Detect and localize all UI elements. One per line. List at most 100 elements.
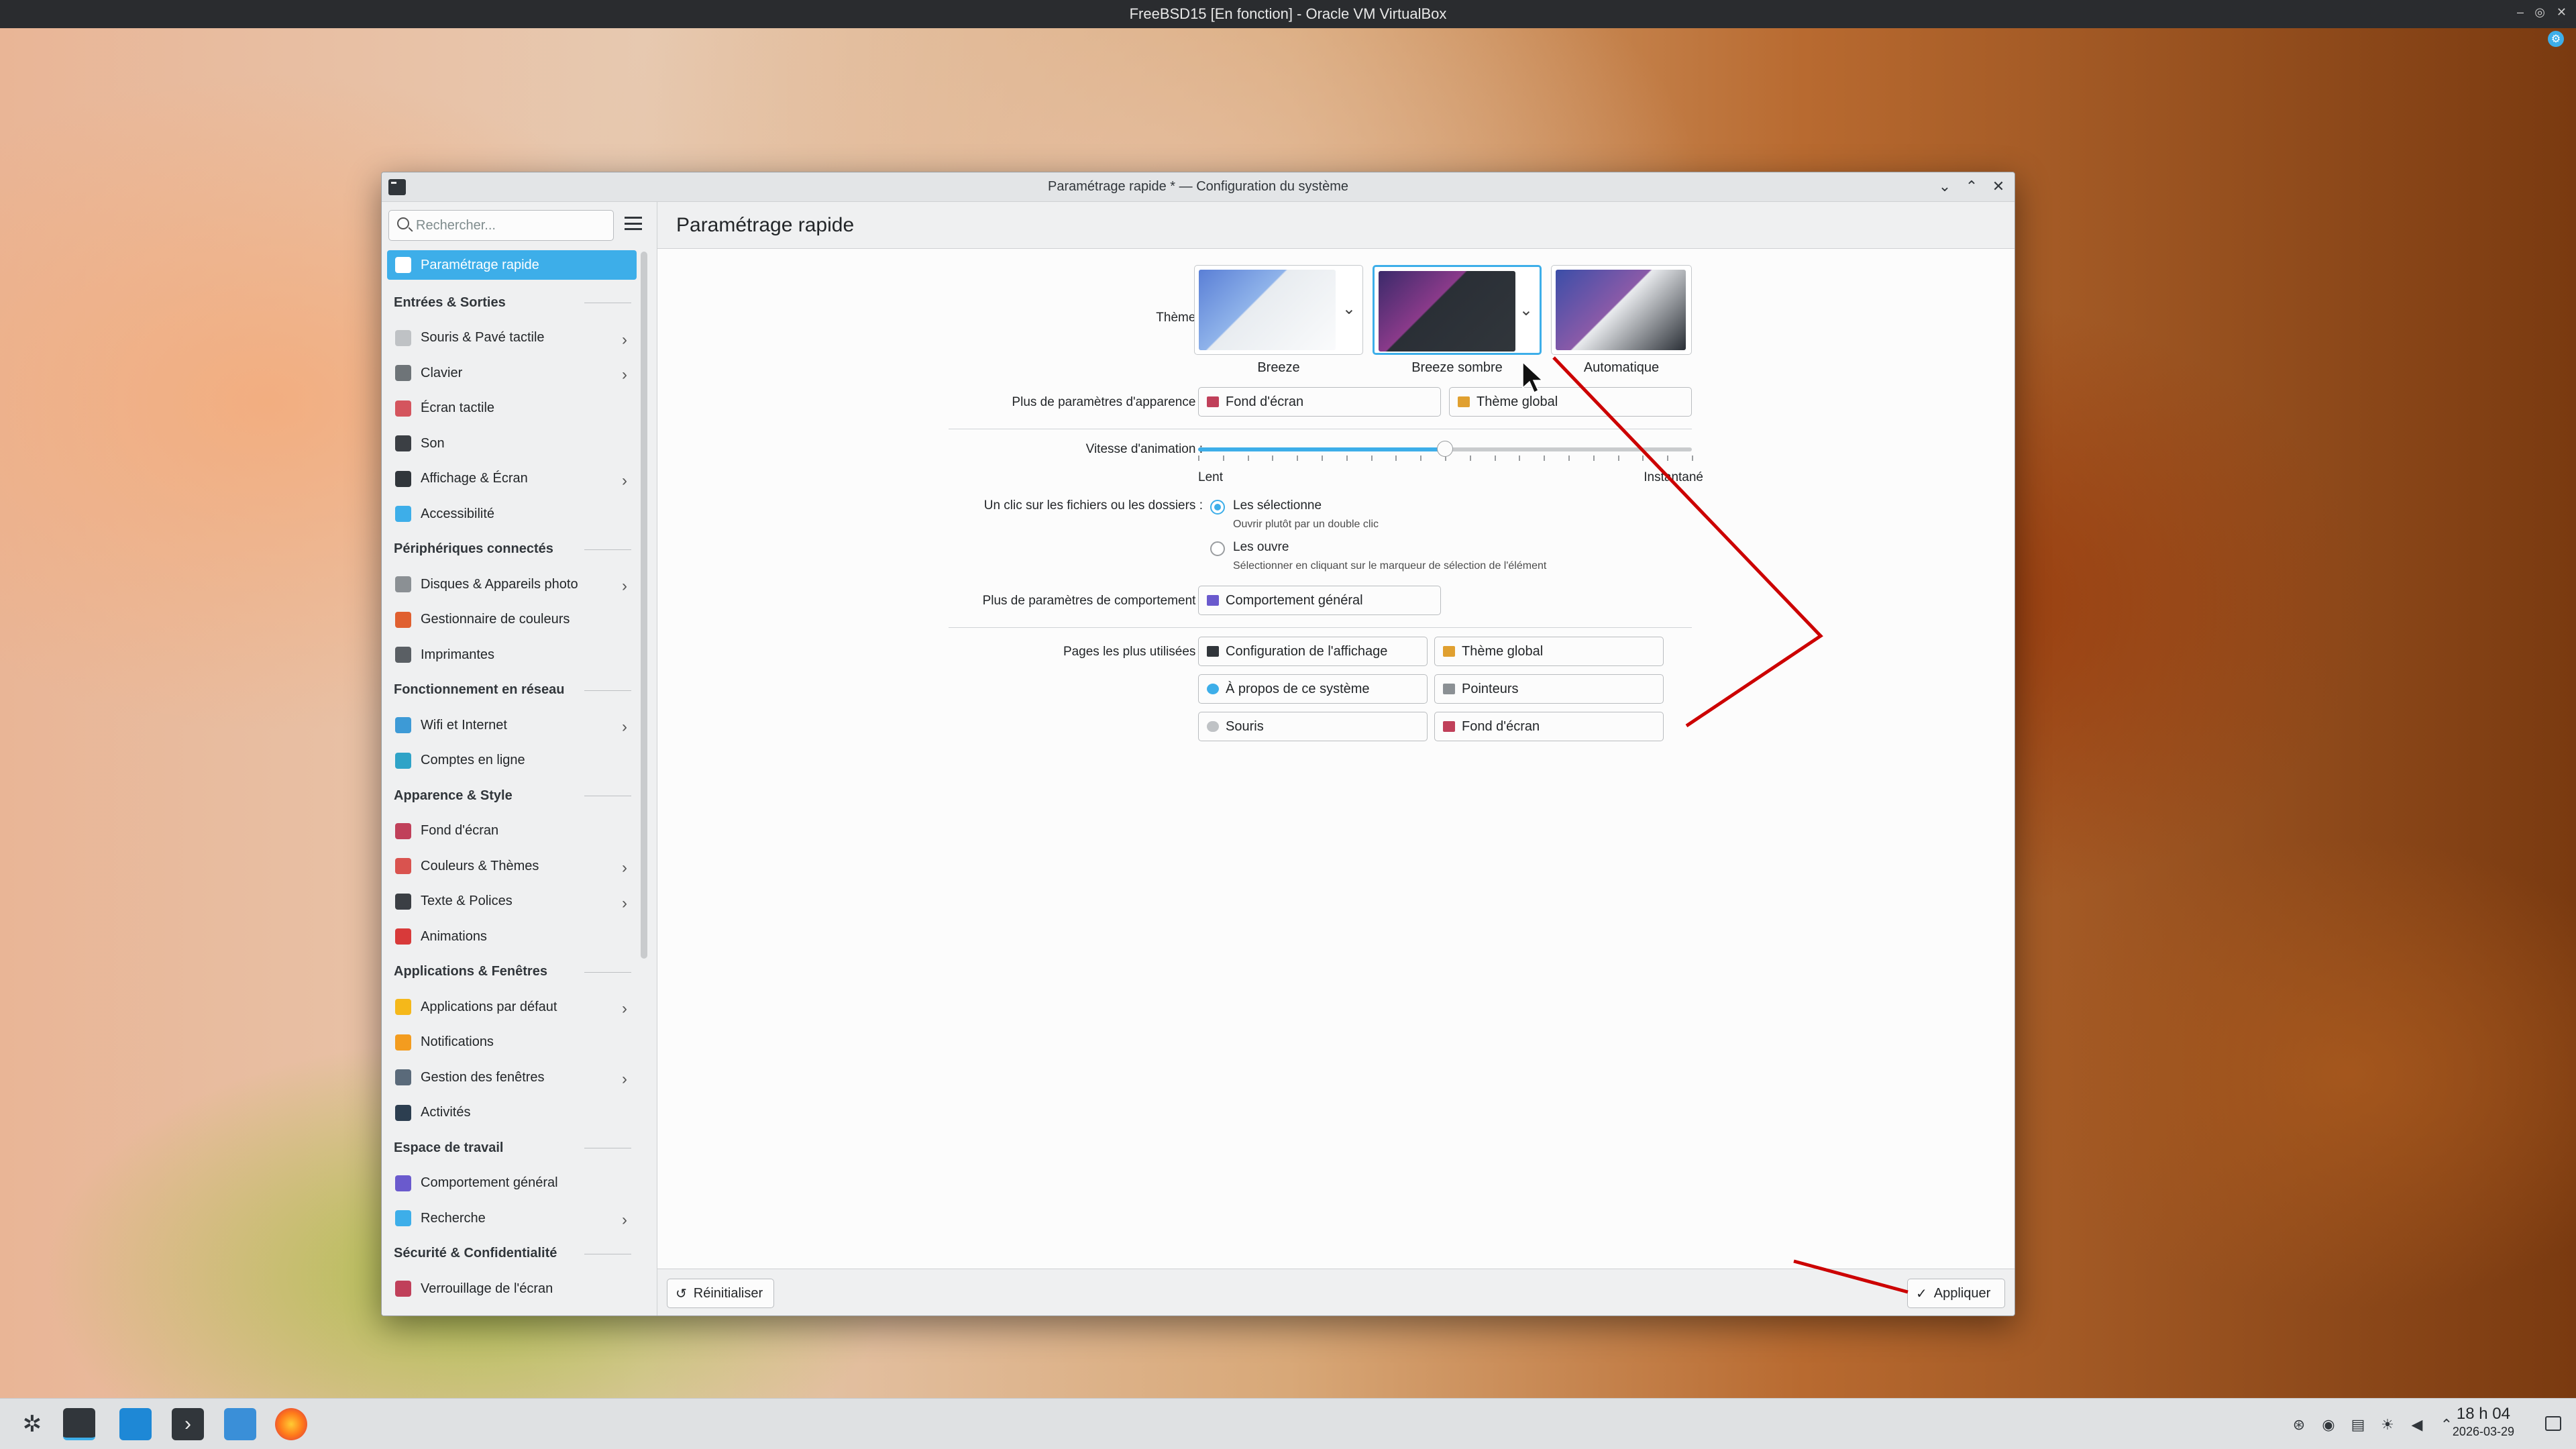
apply-button-label: Appliquer [1933, 1285, 1991, 1301]
radio-open-label[interactable]: Les ouvre [1233, 540, 1289, 555]
most-used-wallpaper[interactable]: Fond d'écran [1434, 712, 1664, 741]
global-theme-button[interactable]: Thème global [1449, 387, 1692, 417]
sidebar-category: Fonctionnement en réseau [387, 673, 637, 708]
brightness-icon[interactable]: ☀ [2379, 1416, 2396, 1434]
window-minimize-button[interactable]: ⌄ [1935, 176, 1954, 197]
slider-tick [1272, 455, 1274, 461]
sidebar-item[interactable]: Écran tactile [387, 391, 637, 427]
sidebar-item[interactable]: Gestion des fenêtres › [387, 1060, 637, 1095]
vpn-icon[interactable]: ◉ [2320, 1416, 2337, 1434]
checkmark-icon: ✓ [1916, 1286, 1927, 1301]
most-used-mouse[interactable]: Souris [1198, 712, 1428, 741]
sidebar-category: Espace de travail [387, 1130, 637, 1166]
slider-tick [1420, 455, 1422, 461]
window-titlebar[interactable]: Paramétrage rapide * — Configuration du … [382, 172, 2015, 202]
network-icon[interactable]: ⊛ [2290, 1416, 2308, 1434]
sidebar-item-icon [395, 400, 411, 417]
radio-select-label[interactable]: Les sélectionne [1233, 498, 1322, 513]
sidebar-item-label: Gestionnaire de couleurs [421, 612, 570, 627]
sidebar-item[interactable]: Wifi et Internet › [387, 708, 637, 743]
most-used-label-5: Fond d'écran [1462, 718, 1540, 734]
sidebar-category: Applications & Fenêtres [387, 955, 637, 990]
chevron-right-icon: › [622, 718, 627, 736]
clipboard-icon[interactable]: ▤ [2349, 1416, 2367, 1434]
sidebar-item-icon [395, 928, 411, 945]
sidebar-item[interactable]: Imprimantes [387, 637, 637, 673]
sidebar-item[interactable]: Accessibilité [387, 496, 637, 532]
sidebar-item[interactable]: Notifications [387, 1025, 637, 1061]
sidebar-scrollbar[interactable] [641, 252, 647, 959]
chevron-down-icon[interactable]: ⌄ [1519, 301, 1533, 320]
sidebar-item-label: Wifi et Internet [421, 717, 507, 733]
sidebar-item[interactable]: Disques & Appareils photo › [387, 567, 637, 602]
most-used-label-3: Pointeurs [1462, 681, 1519, 696]
sidebar-item[interactable]: Fond d'écran [387, 814, 637, 849]
sidebar-item-label: Activités [421, 1105, 471, 1120]
show-desktop-icon[interactable] [2545, 1416, 2561, 1431]
radio-open[interactable] [1210, 541, 1225, 556]
sidebar-item[interactable]: Affichage & Écran › [387, 462, 637, 497]
search-placeholder: Rechercher... [416, 217, 496, 233]
general-behavior-icon [1207, 595, 1219, 606]
discover-store-icon[interactable] [119, 1408, 152, 1440]
system-settings-icon[interactable] [63, 1408, 95, 1440]
search-icon [397, 217, 409, 229]
theme-card-automatique[interactable] [1551, 265, 1692, 355]
window-maximize-button[interactable]: ⌃ [1962, 176, 1981, 197]
window-close-button[interactable]: ✕ [1989, 176, 2008, 197]
clock-time: 18 h 04 [2456, 1405, 2510, 1423]
slider-min-label: Lent [1198, 470, 1223, 484]
virtualbox-title: FreeBSD15 [En fonction] - Oracle VM Virt… [1129, 5, 1447, 22]
sidebar-item[interactable]: Son [387, 426, 637, 462]
apply-button[interactable]: ✓ Appliquer [1907, 1279, 2005, 1308]
theme-card-breeze-sombre[interactable]: ⌄ [1373, 265, 1542, 355]
animation-speed-label: Vitesse d'animation : [1085, 442, 1203, 456]
wallpaper-button[interactable]: Fond d'écran [1198, 387, 1441, 417]
sidebar-item-icon [395, 752, 411, 769]
sidebar-item[interactable]: Activités [387, 1095, 637, 1131]
search-input[interactable]: Rechercher... [388, 210, 614, 241]
sidebar-item[interactable]: Paramétrage rapide [387, 250, 637, 280]
chevron-down-icon[interactable]: ⌄ [1342, 299, 1356, 319]
sidebar-item[interactable]: Comportement général [387, 1166, 637, 1201]
most-used-pointers[interactable]: Pointeurs [1434, 674, 1664, 704]
sidebar-item-label: Affichage & Écran [421, 471, 528, 486]
general-behavior-button[interactable]: Comportement général [1198, 586, 1441, 615]
sidebar-item[interactable]: Couleurs & Thèmes › [387, 849, 637, 884]
slider-handle[interactable] [1437, 441, 1453, 457]
application-launcher-icon[interactable]: ✲ [16, 1408, 48, 1440]
sidebar-item[interactable]: Applications par défaut › [387, 989, 637, 1025]
host-maximize-button[interactable]: ◎ [2534, 5, 2545, 19]
click-behavior-label: Un clic sur les fichiers ou les dossiers… [983, 498, 1203, 513]
sidebar-item[interactable]: Recherche › [387, 1201, 637, 1236]
most-used-display-config[interactable]: Configuration de l'affichage [1198, 637, 1428, 666]
chevron-right-icon: › [622, 859, 627, 877]
clock[interactable]: 18 h 04 2026-03-29 [2453, 1405, 2514, 1440]
sidebar-item[interactable]: Souris & Pavé tactile › [387, 321, 637, 356]
file-manager-icon[interactable] [224, 1408, 256, 1440]
window-app-icon[interactable] [388, 179, 406, 195]
host-close-button[interactable]: ✕ [2557, 5, 2567, 19]
sidebar-category: Entrées & Sorties [387, 285, 637, 321]
sidebar-item[interactable]: Texte & Polices › [387, 884, 637, 920]
hamburger-menu-icon[interactable] [625, 217, 642, 230]
volume-icon[interactable]: ◀ [2408, 1416, 2426, 1434]
terminal-icon[interactable]: › [172, 1408, 204, 1440]
reset-button[interactable]: ↺ Réinitialiser [667, 1279, 774, 1308]
most-used-global-theme[interactable]: Thème global [1434, 637, 1664, 666]
theme-card-breeze[interactable]: ⌄ [1194, 265, 1363, 355]
most-used-label-0: Configuration de l'affichage [1226, 643, 1388, 659]
settings-gear-icon[interactable]: ⚙ [2548, 31, 2564, 47]
sidebar-item[interactable]: Comptes en ligne [387, 743, 637, 779]
sidebar-item[interactable]: Verrouillage de l'écran [387, 1271, 637, 1307]
radio-select[interactable] [1210, 500, 1225, 515]
slider-tick [1247, 455, 1249, 461]
most-used-about-system[interactable]: À propos de ce système [1198, 674, 1428, 704]
sidebar-item[interactable]: Animations [387, 919, 637, 955]
sidebar-item[interactable]: Gestionnaire de couleurs [387, 602, 637, 638]
host-minimize-button[interactable]: – [2517, 5, 2524, 19]
chevron-right-icon: › [622, 471, 627, 490]
firefox-icon[interactable] [275, 1408, 307, 1440]
animation-speed-slider[interactable] [1198, 441, 1693, 461]
sidebar-item[interactable]: Clavier › [387, 356, 637, 391]
